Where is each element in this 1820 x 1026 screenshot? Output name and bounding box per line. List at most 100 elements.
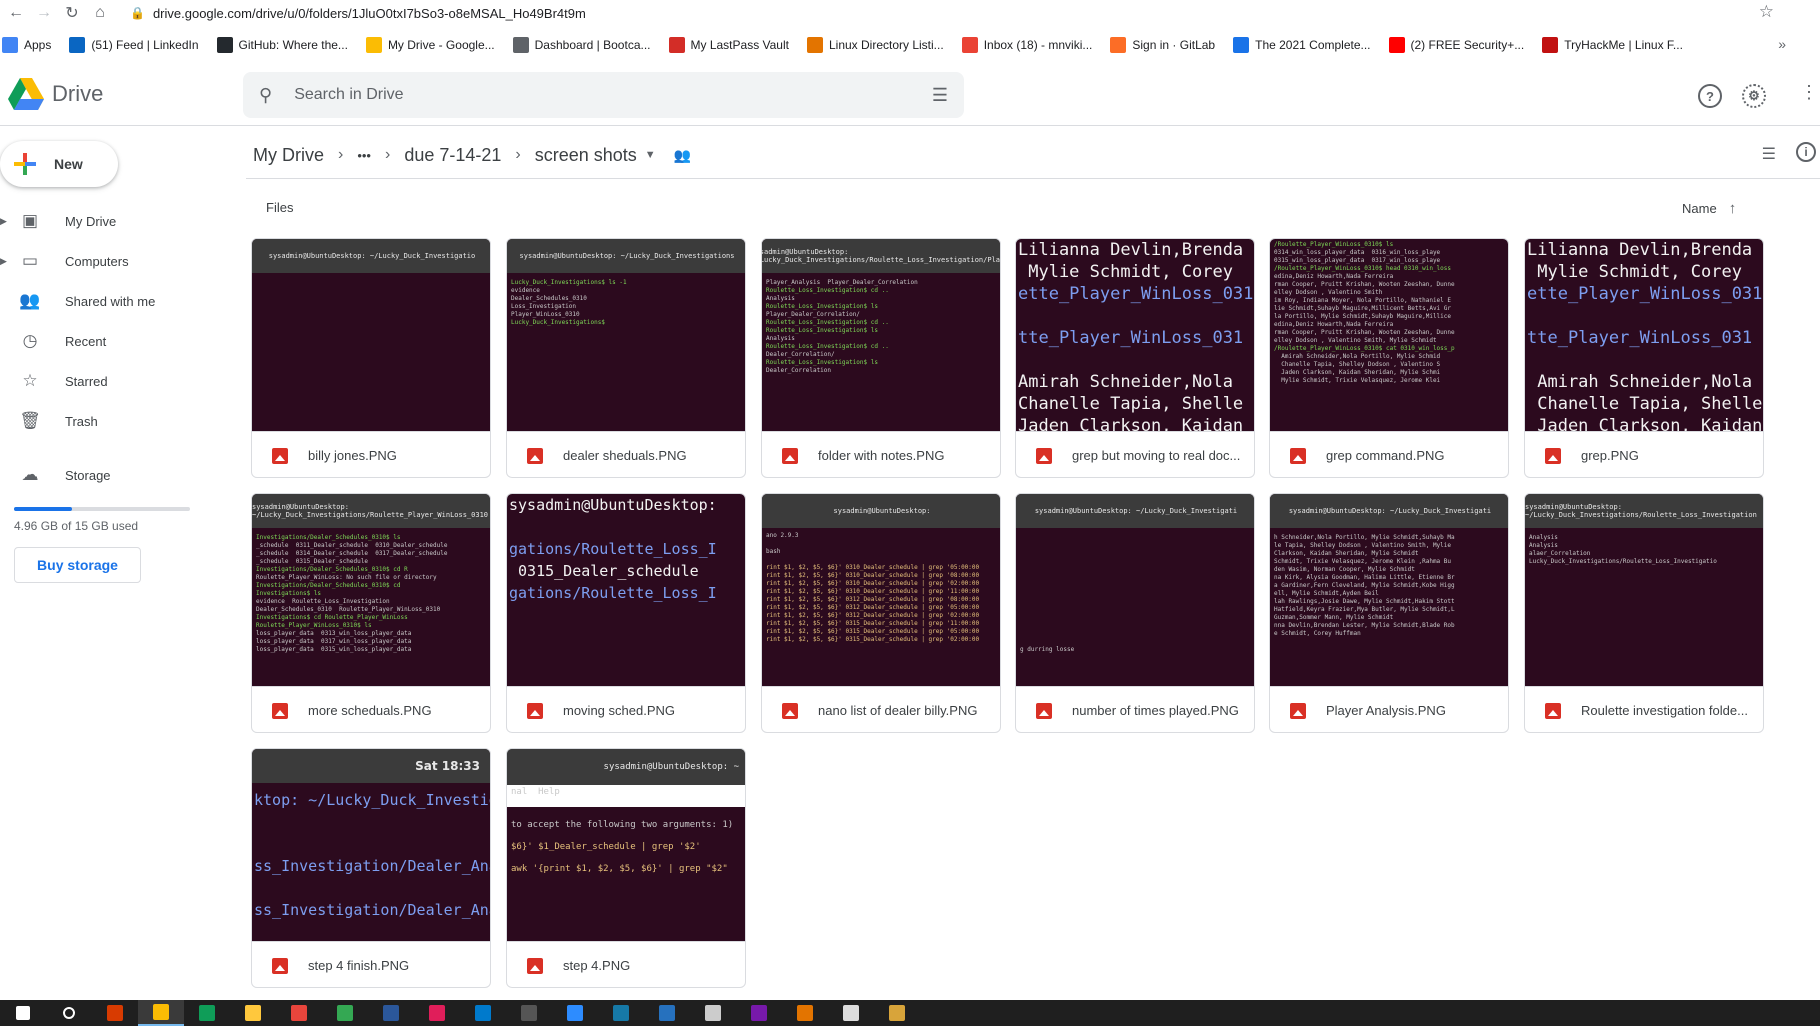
sort-by-name[interactable]: Name ↑: [1682, 200, 1736, 217]
edge-green-icon[interactable]: [322, 1000, 368, 1026]
file-tile[interactable]: sysadmin@UbuntuDesktop: ~/Lucky_Duck_Inv…: [1015, 493, 1255, 733]
sidebar-item-storage[interactable]: ☁ Storage: [0, 457, 230, 493]
bookmark-item[interactable]: The 2021 Complete...: [1233, 37, 1371, 53]
thumbnail-line: rint $1, $2, $5, $6}' 0310_Dealer_schedu…: [766, 588, 980, 595]
bookmark-item[interactable]: Apps: [2, 37, 51, 53]
help-icon[interactable]: ?: [1698, 84, 1722, 108]
expand-arrow-icon[interactable]: ▶: [0, 216, 8, 227]
breadcrumb-my-drive[interactable]: My Drive: [253, 145, 324, 166]
virtualbox-icon[interactable]: [690, 1000, 736, 1026]
file-tile[interactable]: sysadmin@UbuntuDesktop: ~/Lucky_Duck_Inv…: [1524, 493, 1764, 733]
slack-icon[interactable]: [414, 1000, 460, 1026]
sidebar-item-computers[interactable]: ▶ ▭ Computers: [0, 243, 230, 279]
bookmark-item[interactable]: Dashboard | Bootca...: [512, 37, 651, 53]
thumbnail-line: Roulette_Player_WinLoss_0310$ ls: [256, 622, 372, 629]
reload-icon[interactable]: ↻: [60, 1, 84, 25]
address-bar[interactable]: 🔒 drive.google.com/drive/u/0/folders/1Jl…: [130, 2, 586, 24]
file-tile[interactable]: sysadmin@UbuntuDesktop: gations/Roulette…: [506, 493, 746, 733]
bookmarks-overflow-icon[interactable]: »: [1778, 36, 1786, 52]
office-icon-glyph: [107, 1005, 123, 1021]
info-icon[interactable]: i: [1796, 142, 1816, 162]
thumbnail-line: evidence Roulette_Loss_Investigation: [256, 598, 390, 605]
sidebar-item-shared-with-me[interactable]: 👥 Shared with me: [0, 283, 230, 319]
calculator-icon[interactable]: [782, 1000, 828, 1026]
forward-arrow-icon[interactable]: →: [32, 1, 56, 25]
word-icon[interactable]: [368, 1000, 414, 1026]
thumbnail-line: elley Dodson , Valentino Smith: [1274, 289, 1383, 296]
file-tile[interactable]: sysadmin@UbuntuDesktop: ano 2.9.3 bash ri…: [761, 493, 1001, 733]
search-icon[interactable]: ⚲: [259, 85, 272, 106]
office-icon[interactable]: [92, 1000, 138, 1026]
buy-storage-button[interactable]: Buy storage: [14, 547, 141, 583]
snip-icon[interactable]: [276, 1000, 322, 1026]
search-input[interactable]: Search in Drive: [294, 86, 403, 104]
file-tile[interactable]: sysadmin@UbuntuDesktop: ~ nal Help to acc…: [506, 748, 746, 988]
sidebar-item-my-drive[interactable]: ▶ ▣ My Drive: [0, 203, 230, 239]
bookmark-label: My Drive - Google...: [387, 38, 495, 52]
apps-grid-icon[interactable]: ⋮: [1800, 82, 1818, 103]
powershell-icon[interactable]: [644, 1000, 690, 1026]
bookmark-item[interactable]: Inbox (18) - mnviki...: [961, 37, 1092, 53]
edge-icon[interactable]: [184, 1000, 230, 1026]
bookmark-label: (2) FREE Security+...: [1410, 38, 1525, 52]
sidebar-item-recent[interactable]: ◷ Recent: [0, 323, 230, 359]
file-tile[interactable]: Lilianna Devlin,Brenda Mylie Schmidt, Co…: [1524, 238, 1764, 478]
7zip-icon[interactable]: [828, 1000, 874, 1026]
back-arrow-icon[interactable]: ←: [4, 1, 28, 25]
thumbnail-line: [1020, 590, 1252, 598]
home-icon[interactable]: ⌂: [88, 1, 112, 25]
drive-logo[interactable]: Drive: [8, 78, 103, 110]
chrome-icon[interactable]: [138, 1000, 184, 1026]
expand-arrow-icon[interactable]: ▶: [0, 256, 8, 267]
file-info-bar: more scheduals.PNG: [252, 686, 490, 732]
windows-start-icon[interactable]: [0, 1000, 46, 1026]
breadcrumb-more[interactable]: •••: [357, 148, 371, 163]
zoom-icon[interactable]: [552, 1000, 598, 1026]
file-tile[interactable]: Lilianna Devlin,Brenda Mylie Schmidt, Co…: [1015, 238, 1255, 478]
search-icon[interactable]: [46, 1000, 92, 1026]
bookmark-item[interactable]: My Drive - Google...: [365, 37, 495, 53]
sort-ascending-arrow-icon[interactable]: ↑: [1729, 200, 1737, 217]
thumbnail-line: loss_player_data 0313_win_loss_player_da…: [256, 630, 412, 637]
thumbnail-line: rint $1, $2, $5, $6}' 0315_Dealer_schedu…: [766, 620, 980, 627]
search-options-icon[interactable]: ☰: [932, 85, 948, 106]
kali-icon[interactable]: [506, 1000, 552, 1026]
file-info-bar: step 4 finish.PNG: [252, 941, 490, 987]
sidebar-item-trash[interactable]: 🗑 Trash: [0, 403, 230, 439]
vscode-icon[interactable]: [460, 1000, 506, 1026]
thumbnail-line: Jaden Clarkson, Kaidan: [1527, 416, 1763, 431]
wireshark-icon-glyph: [613, 1005, 629, 1021]
thumbnail-line: Jaden Clarkson, Kaidan: [1018, 416, 1244, 431]
bookmark-label: My LastPass Vault: [690, 38, 789, 52]
bookmark-item[interactable]: My LastPass Vault: [668, 37, 789, 53]
chevron-down-icon[interactable]: ▼: [645, 149, 656, 161]
onenote-icon[interactable]: [736, 1000, 782, 1026]
bookmark-star-icon[interactable]: ☆: [1759, 2, 1774, 22]
search-bar[interactable]: ⚲ Search in Drive ☰: [243, 72, 964, 118]
bookmark-item[interactable]: GitHub: Where the...: [216, 37, 348, 53]
file-explorer-icon[interactable]: [230, 1000, 276, 1026]
bookmark-item[interactable]: Sign in · GitLab: [1110, 37, 1215, 53]
bookmark-item[interactable]: (51) Feed | LinkedIn: [69, 37, 199, 53]
file-info-bar: nano list of dealer billy.PNG: [762, 686, 1000, 732]
thumbnail-line: rint $1, $2, $5, $6}' 0310_Dealer_schedu…: [766, 564, 980, 571]
new-button[interactable]: New: [0, 141, 118, 187]
file-tile[interactable]: sysadmin@UbuntuDesktop: ~/Lucky_Duck_Inv…: [1269, 493, 1509, 733]
bookmark-item[interactable]: Linux Directory Listi...: [806, 37, 944, 53]
file-tile[interactable]: sysadmin@UbuntuDesktop: ~/Lucky_Duck_Inv…: [761, 238, 1001, 478]
file-tile[interactable]: /Roulette_Player_WinLoss_0310$ ls 0314_wi…: [1269, 238, 1509, 478]
thumbnail-line: lah Rawlings,Josie Dawe, Mylie Schmidt,H…: [1274, 598, 1455, 605]
file-tile[interactable]: sysadmin@UbuntuDesktop: ~/Lucky_Duck_Inv…: [251, 238, 491, 478]
breadcrumb-current[interactable]: screen shots: [535, 145, 637, 166]
file-tile[interactable]: sysadmin@UbuntuDesktop: ~/Lucky_Duck_Inv…: [251, 493, 491, 733]
breadcrumb-parent[interactable]: due 7-14-21: [404, 145, 501, 166]
bookmark-item[interactable]: TryHackMe | Linux F...: [1542, 37, 1683, 53]
list-view-icon[interactable]: ☰: [1762, 144, 1776, 164]
sidebar-item-starred[interactable]: ☆ Starred: [0, 363, 230, 399]
file-tile[interactable]: sysadmin@UbuntuDesktop: ~/Lucky_Duck_Inv…: [506, 238, 746, 478]
app-icon[interactable]: [874, 1000, 920, 1026]
bookmark-item[interactable]: (2) FREE Security+...: [1388, 37, 1525, 53]
wireshark-icon[interactable]: [598, 1000, 644, 1026]
settings-gear-icon[interactable]: ⚙: [1742, 84, 1766, 108]
file-tile[interactable]: Sat 18:33 ktop: ~/Lucky_Duck_Investigatio…: [251, 748, 491, 988]
